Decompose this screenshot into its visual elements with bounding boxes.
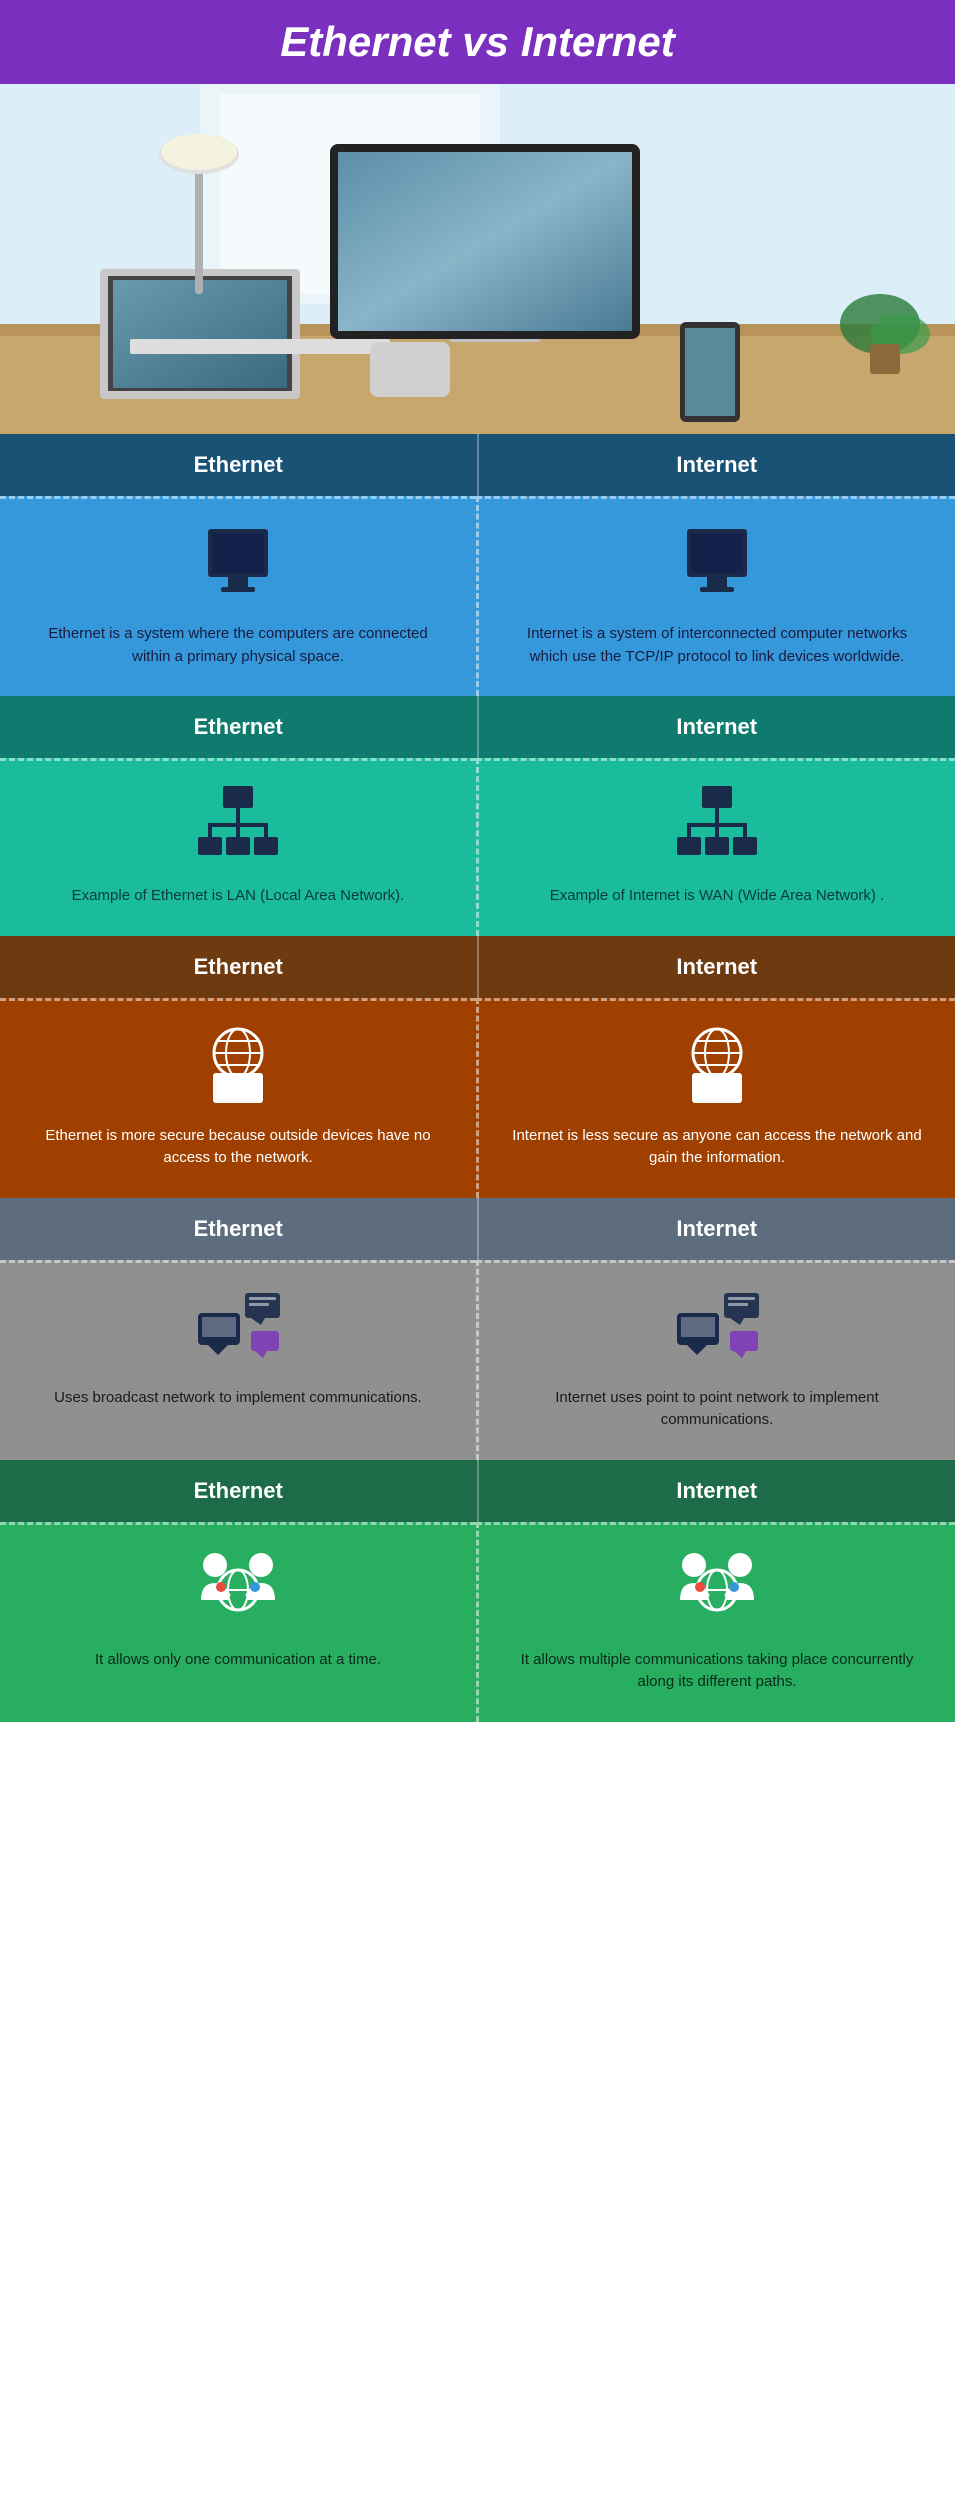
section-security-internet-heading: Internet — [477, 936, 955, 998]
section-broadcast-ethernet-text: Uses broadcast network to implement comm… — [54, 1387, 422, 1410]
section-security-ethernet-text: Ethernet is more secure because outside … — [30, 1125, 446, 1170]
section-security-internet-content: Internet is less secure as anyone can ac… — [476, 998, 955, 1198]
section-definition-ethernet-text: Ethernet is a system where the computers… — [30, 623, 446, 668]
section-broadcast-content: Uses broadcast network to implement comm… — [0, 1260, 955, 1460]
section-example-internet-text: Example of Internet is WAN (Wide Area Ne… — [550, 885, 885, 908]
chat-broadcast-icon-left — [193, 1283, 283, 1373]
section-communication-ethernet-heading: Ethernet — [0, 1460, 477, 1522]
hero-image — [0, 84, 955, 434]
section-example-header: EthernetInternet — [0, 696, 955, 758]
section-definition-ethernet-content: Ethernet is a system where the computers… — [0, 496, 476, 696]
section-example-ethernet-content: Example of Ethernet is LAN (Local Area N… — [0, 758, 476, 936]
title-bar: Ethernet vs Internet — [0, 0, 955, 84]
section-definition-content: Ethernet is a system where the computers… — [0, 496, 955, 696]
globe-computer-icon-left — [193, 1021, 283, 1111]
person-globe-icon-left — [193, 1545, 283, 1635]
section-definition-ethernet-heading: Ethernet — [0, 434, 477, 496]
section-broadcast-ethernet-heading: Ethernet — [0, 1198, 477, 1260]
section-communication-ethernet-content: It allows only one communication at a ti… — [0, 1522, 476, 1722]
section-definition-internet-heading: Internet — [477, 434, 955, 496]
section-communication-ethernet-text: It allows only one communication at a ti… — [95, 1649, 381, 1672]
sections-container: EthernetInternet Ethernet is a system wh… — [0, 434, 955, 1722]
desktop-computer-icon-right — [672, 519, 762, 609]
section-communication-internet-content: It allows multiple communications taking… — [476, 1522, 955, 1722]
section-broadcast-internet-content: Internet uses point to point network to … — [476, 1260, 955, 1460]
network-tree-icon-left — [193, 781, 283, 871]
network-tree-icon-right — [672, 781, 762, 871]
section-security-internet-text: Internet is less secure as anyone can ac… — [509, 1125, 925, 1170]
section-security-ethernet-heading: Ethernet — [0, 936, 477, 998]
section-example-internet-heading: Internet — [477, 696, 955, 758]
section-broadcast-header: EthernetInternet — [0, 1198, 955, 1260]
section-communication-internet-text: It allows multiple communications taking… — [509, 1649, 925, 1694]
section-definition: EthernetInternet Ethernet is a system wh… — [0, 434, 955, 696]
section-security: EthernetInternet Ethernet is more secure… — [0, 936, 955, 1198]
globe-computer-icon-right — [672, 1021, 762, 1111]
section-broadcast-internet-text: Internet uses point to point network to … — [509, 1387, 925, 1432]
section-example-internet-content: Example of Internet is WAN (Wide Area Ne… — [476, 758, 955, 936]
section-broadcast-internet-heading: Internet — [477, 1198, 955, 1260]
section-security-ethernet-content: Ethernet is more secure because outside … — [0, 998, 476, 1198]
section-communication: EthernetInternet It allows only one comm… — [0, 1460, 955, 1722]
section-broadcast: EthernetInternet Uses broadcast network … — [0, 1198, 955, 1460]
section-security-content: Ethernet is more secure because outside … — [0, 998, 955, 1198]
section-communication-header: EthernetInternet — [0, 1460, 955, 1522]
chat-broadcast-icon-right — [672, 1283, 762, 1373]
section-definition-internet-content: Internet is a system of interconnected c… — [476, 496, 955, 696]
section-definition-internet-text: Internet is a system of interconnected c… — [509, 623, 925, 668]
section-security-header: EthernetInternet — [0, 936, 955, 998]
section-example-ethernet-text: Example of Ethernet is LAN (Local Area N… — [72, 885, 405, 908]
person-globe-icon-right — [672, 1545, 762, 1635]
desktop-computer-icon-left — [193, 519, 283, 609]
section-example-ethernet-heading: Ethernet — [0, 696, 477, 758]
section-example: EthernetInternet Example of Ethernet is … — [0, 696, 955, 936]
section-communication-content: It allows only one communication at a ti… — [0, 1522, 955, 1722]
section-broadcast-ethernet-content: Uses broadcast network to implement comm… — [0, 1260, 476, 1460]
section-communication-internet-heading: Internet — [477, 1460, 955, 1522]
section-definition-header: EthernetInternet — [0, 434, 955, 496]
section-example-content: Example of Ethernet is LAN (Local Area N… — [0, 758, 955, 936]
page-title: Ethernet vs Internet — [20, 18, 935, 66]
